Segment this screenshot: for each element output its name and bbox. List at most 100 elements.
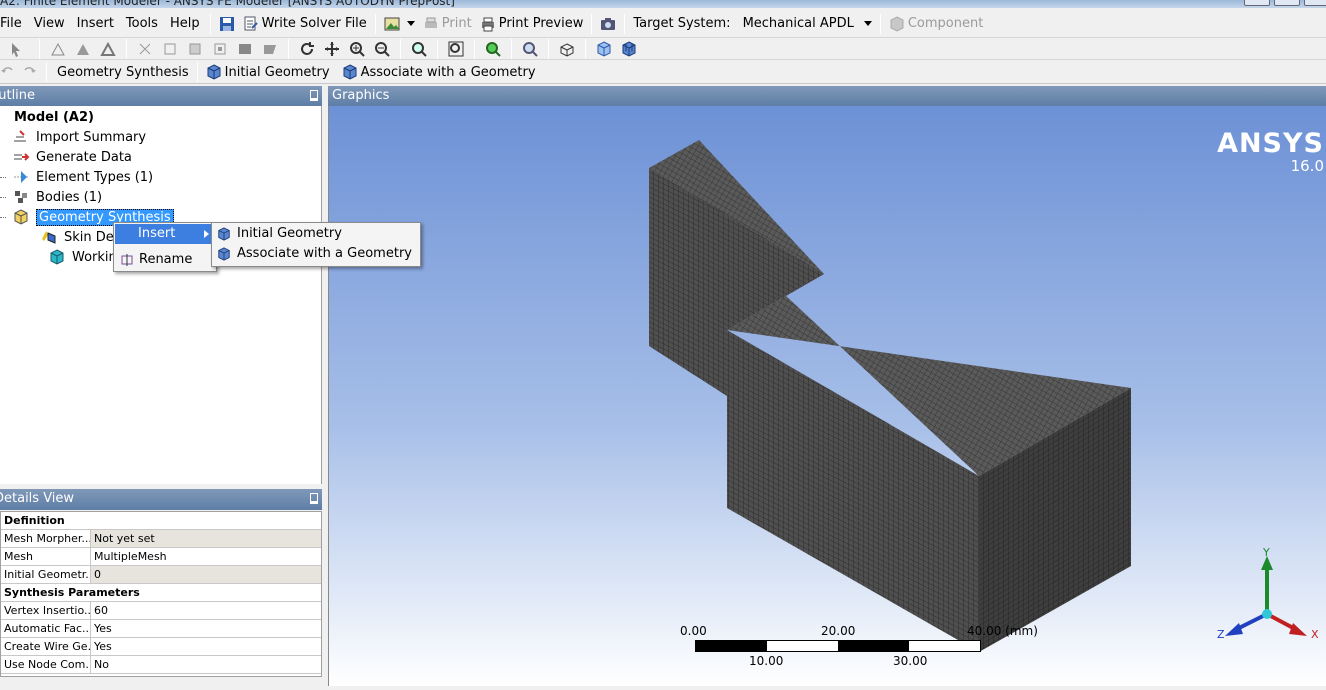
tree-item-element-types[interactable]: Element Types (1)	[0, 167, 153, 187]
scale-label: 10.00	[749, 654, 784, 668]
camera-icon	[601, 17, 616, 30]
magnifier-button[interactable]	[445, 39, 467, 59]
chevron-down-icon	[863, 21, 872, 26]
initial-geometry-button[interactable]: Initial Geometry	[202, 61, 334, 83]
select-mode-dropdown[interactable]	[2, 39, 32, 59]
component-icon	[890, 15, 904, 32]
x-axis-label: X	[1311, 628, 1319, 641]
print-button[interactable]: Print	[419, 13, 476, 35]
submenu-associate-geometry[interactable]: Associate with a Geometry	[213, 244, 419, 264]
property-value[interactable]: No	[91, 656, 321, 673]
menu-tools[interactable]: Tools	[120, 13, 164, 35]
undo-button[interactable]	[0, 62, 16, 82]
context-menu-insert[interactable]: Insert	[115, 224, 215, 244]
associate-geometry-button[interactable]: Associate with a Geometry	[338, 61, 540, 83]
menu-insert[interactable]: Insert	[71, 13, 120, 35]
target-system-value: Mechanical APDL	[742, 16, 854, 31]
details-row[interactable]: Mesh Morpher... Not yet set	[1, 530, 321, 548]
geometry-synthesis-button[interactable]: Geometry Synthesis	[53, 61, 193, 83]
maximize-button[interactable]	[1274, 0, 1300, 6]
details-row[interactable]: Automatic Fac... Yes	[1, 620, 321, 638]
pin-icon[interactable]	[310, 493, 318, 504]
tree-root-model[interactable]: Model (A2)	[14, 107, 94, 127]
select-mode-button[interactable]	[159, 39, 181, 59]
toolbar-separator	[46, 62, 47, 82]
solid-body-button[interactable]	[234, 39, 256, 59]
chevron-right-icon	[204, 230, 209, 238]
select-faces-button[interactable]	[97, 39, 119, 59]
next-view-button[interactable]	[519, 39, 541, 59]
axis-triad[interactable]	[1209, 546, 1319, 656]
body-icon	[189, 43, 201, 54]
triad-origin	[1262, 609, 1272, 619]
toolbar-separator	[624, 13, 626, 34]
property-key: Mesh	[1, 548, 91, 565]
menu-view[interactable]: View	[28, 13, 71, 35]
surface-body-button[interactable]	[259, 39, 281, 59]
tree-item-generate-data[interactable]: Generate Data	[12, 147, 132, 167]
graphics-viewport[interactable]: ANSYS 16.0 0.00 20.00 40.00 (mm) 10.00 3…	[328, 106, 1326, 686]
context-menu-rename[interactable]: Rename	[115, 250, 215, 270]
tree-item-label: Element Types (1)	[36, 169, 154, 185]
toolbar-separator	[474, 38, 475, 59]
select-edges-button[interactable]	[72, 39, 94, 59]
z-axis-label: Z	[1217, 628, 1225, 641]
write-solver-file-button[interactable]: Write Solver File	[239, 13, 371, 35]
tree-item-label: Import Summary	[36, 129, 147, 145]
mesh-model[interactable]	[329, 106, 1326, 686]
context-toolbar: Geometry Synthesis Initial Geometry Asso…	[0, 61, 1326, 84]
details-row[interactable]: Use Node Com... No	[1, 656, 321, 674]
pin-icon[interactable]	[310, 90, 318, 101]
mesh-display-button[interactable]	[618, 39, 640, 59]
image-capture-dropdown[interactable]	[380, 13, 419, 35]
property-value[interactable]: 60	[91, 602, 321, 619]
property-key: Initial Geometr...	[1, 566, 91, 583]
coordinate-icon	[139, 43, 151, 54]
property-value[interactable]: Yes	[91, 638, 321, 655]
xyz-button[interactable]	[134, 39, 156, 59]
z-axis-head	[1225, 623, 1243, 636]
solid-icon	[239, 43, 251, 54]
outline-title: Outline	[0, 88, 36, 103]
select-body-button[interactable]	[184, 39, 206, 59]
select-region-button[interactable]	[209, 39, 231, 59]
details-row[interactable]: Mesh MultipleMesh	[1, 548, 321, 566]
print-preview-label: Print Preview	[498, 16, 584, 31]
screenshot-button[interactable]	[596, 13, 620, 35]
toolbar-separator	[548, 38, 549, 59]
close-button[interactable]	[1304, 0, 1326, 6]
submenu-initial-geometry[interactable]: Initial Geometry	[213, 224, 419, 244]
select-nodes-button[interactable]	[47, 39, 69, 59]
rotate-button[interactable]	[296, 39, 318, 59]
menu-help[interactable]: Help	[164, 13, 206, 35]
save-button[interactable]	[215, 13, 239, 35]
tree-item-bodies[interactable]: Bodies (1)	[0, 187, 102, 207]
details-row[interactable]: Vertex Insertio... 60	[1, 602, 321, 620]
component-button[interactable]: Component	[885, 13, 987, 35]
redo-button[interactable]	[16, 62, 42, 82]
box-zoom-button[interactable]	[371, 39, 393, 59]
print-preview-button[interactable]: Print Preview	[476, 13, 588, 35]
previous-view-button[interactable]	[482, 39, 504, 59]
window-title: A2: Finite Element Modeler - ANSYS FE Mo…	[0, 0, 455, 8]
category-label: Synthesis Parameters	[4, 586, 140, 599]
property-value: Not yet set	[91, 530, 321, 547]
generate-data-icon	[14, 153, 30, 161]
tree-item-import-summary[interactable]: Import Summary	[12, 127, 146, 147]
printer-icon	[424, 17, 437, 28]
property-value[interactable]: Yes	[91, 620, 321, 637]
details-row[interactable]: Initial Geometr... 0	[1, 566, 321, 584]
toolbar-separator	[585, 38, 586, 59]
details-row[interactable]: Create Wire Ge... Yes	[1, 638, 321, 656]
menu-file[interactable]: File	[0, 13, 28, 35]
minimize-button[interactable]	[1244, 0, 1270, 6]
solver-file-icon	[244, 16, 258, 30]
cube-icon	[207, 64, 221, 80]
working-icon	[50, 249, 64, 265]
target-system-selector[interactable]: Target System: Mechanical APDL	[629, 13, 875, 35]
iso-view-button[interactable]	[556, 39, 578, 59]
zoom-to-fit-button[interactable]	[408, 39, 430, 59]
zoom-button[interactable]	[346, 39, 368, 59]
wireframe-button[interactable]	[593, 39, 615, 59]
pan-button[interactable]	[321, 39, 343, 59]
